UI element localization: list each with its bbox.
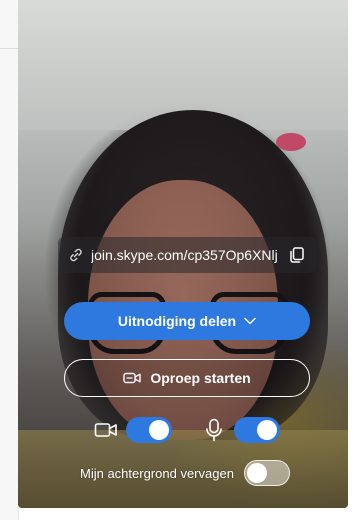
video-toggle-knob (149, 420, 169, 440)
blur-background-label: Mijn achtergrond vervagen (80, 465, 234, 481)
blur-background-toggle-switch[interactable] (243, 460, 290, 486)
start-call-button[interactable]: Oproep starten (64, 359, 310, 397)
microphone-toggle-row (202, 416, 280, 444)
sidebar-divider (0, 48, 18, 49)
meeting-link-box[interactable]: join.skype.com/cp357Op6XNlj (58, 237, 316, 273)
microphone-toggle-switch[interactable] (234, 417, 280, 443)
left-sidebar-strip (0, 0, 19, 520)
chevron-down-icon (244, 317, 256, 325)
video-toggle-row (94, 416, 172, 444)
microphone-icon (202, 418, 226, 442)
video-toggle-switch[interactable] (126, 417, 172, 443)
start-call-label: Oproep starten (150, 370, 251, 386)
blur-background-row: Mijn achtergrond vervagen (80, 459, 290, 487)
video-call-icon (123, 372, 142, 384)
blur-background-toggle-knob (246, 462, 267, 483)
copy-icon (290, 247, 304, 263)
meet-now-preview-window: join.skype.com/cp357Op6XNlj Uitnodiging … (0, 0, 358, 520)
copy-link-button[interactable] (286, 244, 308, 266)
link-icon (70, 248, 82, 262)
share-invitation-label: Uitnodiging delen (117, 313, 237, 329)
video-camera-icon (94, 418, 118, 442)
share-invitation-button[interactable]: Uitnodiging delen (64, 302, 310, 340)
meeting-link-url[interactable]: join.skype.com/cp357Op6XNlj (91, 247, 280, 263)
microphone-toggle-knob (257, 420, 277, 440)
